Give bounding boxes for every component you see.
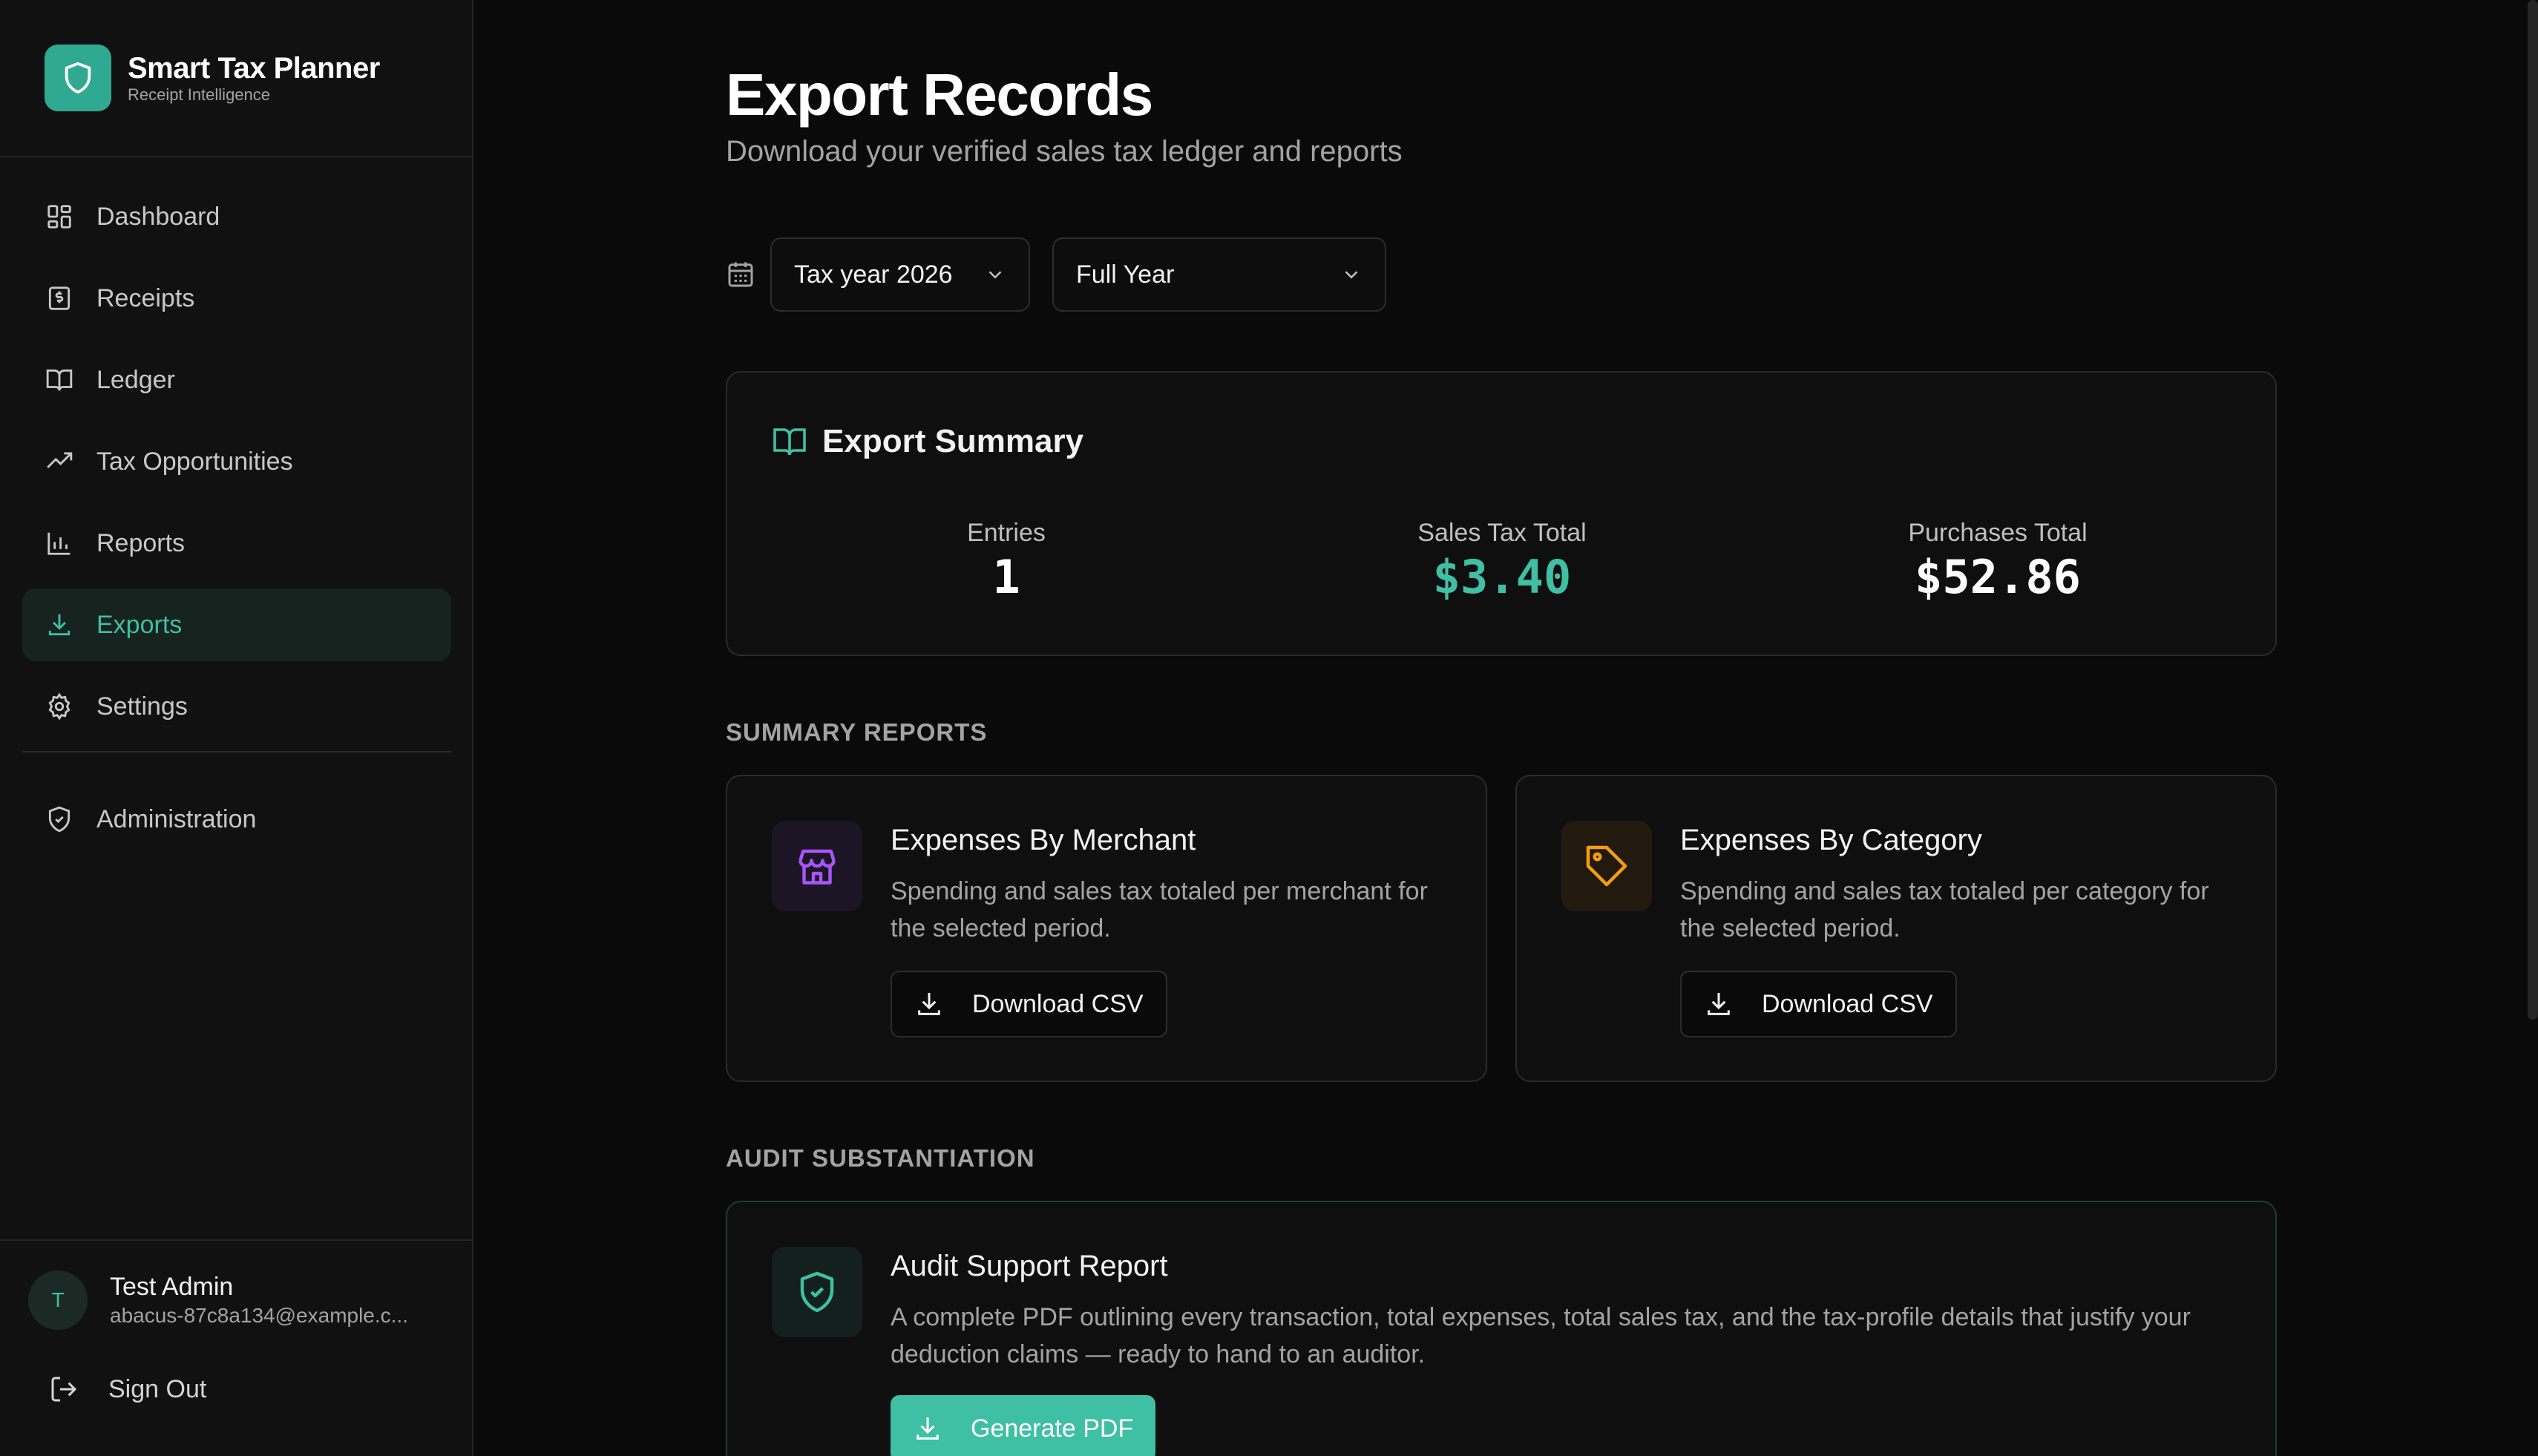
sidebar-item-reports[interactable]: Reports bbox=[22, 507, 451, 580]
button-label: Download CSV bbox=[1762, 989, 1933, 1018]
shield-check-icon bbox=[772, 1247, 862, 1337]
sidebar-item-label: Exports bbox=[96, 610, 183, 639]
book-icon bbox=[45, 365, 74, 395]
sidebar-item-dashboard[interactable]: Dashboard bbox=[22, 180, 451, 253]
sidebar-item-label: Tax Opportunities bbox=[96, 447, 293, 476]
audit-support-card: Audit Support Report A complete PDF outl… bbox=[726, 1201, 2277, 1456]
page-title: Export Records bbox=[726, 62, 1153, 128]
sidebar-item-administration[interactable]: Administration bbox=[22, 783, 451, 856]
generate-pdf-button[interactable]: Generate PDF bbox=[891, 1395, 1156, 1456]
user-name: Test Admin bbox=[110, 1273, 234, 1301]
button-label: Generate PDF bbox=[971, 1414, 1134, 1443]
report-description: Spending and sales tax totaled per merch… bbox=[891, 877, 1428, 942]
section-label-audit: AUDIT SUBSTANTIATION bbox=[726, 1144, 1035, 1172]
sidebar-item-settings[interactable]: Settings bbox=[22, 670, 451, 743]
sign-out-button[interactable]: Sign Out bbox=[49, 1374, 206, 1404]
receipt-icon bbox=[45, 283, 74, 313]
sidebar-item-receipts[interactable]: Receipts bbox=[22, 262, 451, 335]
book-icon bbox=[773, 428, 806, 456]
download-icon bbox=[45, 610, 74, 640]
calendar-icon bbox=[728, 262, 753, 287]
download-icon bbox=[918, 993, 940, 1015]
stat-sales-tax-total: Sales Tax Total $3.40 bbox=[1354, 517, 1650, 606]
stat-value: 1 bbox=[992, 550, 1020, 604]
stat-entries: Entries 1 bbox=[858, 517, 1155, 606]
bar-chart-icon bbox=[45, 528, 74, 558]
page-subtitle: Download your verified sales tax ledger … bbox=[726, 135, 1403, 168]
period-select[interactable]: Full Year bbox=[1052, 237, 1386, 312]
report-title: Expenses By Merchant bbox=[891, 824, 1196, 856]
summary-title: Export Summary bbox=[822, 423, 1084, 459]
stat-label: Entries bbox=[967, 519, 1046, 547]
sidebar-separator bbox=[22, 751, 451, 752]
brand-title: Smart Tax Planner bbox=[128, 52, 380, 85]
stat-value: $52.86 bbox=[1915, 550, 2081, 604]
download-csv-button[interactable]: Download CSV bbox=[1680, 971, 1957, 1037]
report-card-category: Expenses By Category Spending and sales … bbox=[1515, 775, 2277, 1082]
sidebar-item-label: Ledger bbox=[96, 365, 175, 394]
sidebar-item-label: Settings bbox=[96, 692, 188, 721]
sidebar-item-label: Administration bbox=[96, 804, 257, 833]
stat-label: Purchases Total bbox=[1908, 519, 2088, 547]
stat-purchases-total: Purchases Total $52.86 bbox=[1849, 517, 2146, 606]
store-icon bbox=[772, 821, 862, 911]
sidebar-footer-divider bbox=[0, 1239, 473, 1241]
export-summary-card: Export Summary Entries 1 Sales Tax Total… bbox=[726, 371, 2277, 656]
sidebar-item-label: Receipts bbox=[96, 283, 195, 312]
tax-year-select[interactable]: Tax year 2026 bbox=[770, 237, 1030, 312]
grid-icon bbox=[45, 202, 74, 232]
chevron-down-icon bbox=[988, 271, 1002, 279]
report-description: A complete PDF outlining every transacti… bbox=[891, 1303, 2191, 1368]
report-title: Audit Support Report bbox=[891, 1250, 1168, 1282]
tax-year-value: Tax year 2026 bbox=[794, 260, 953, 289]
stat-label: Sales Tax Total bbox=[1417, 519, 1587, 547]
sidebar-divider bbox=[0, 156, 473, 157]
sign-out-label: Sign Out bbox=[108, 1374, 207, 1403]
report-card-merchant: Expenses By Merchant Spending and sales … bbox=[726, 775, 1487, 1082]
section-label-summary-reports: SUMMARY REPORTS bbox=[726, 718, 988, 746]
avatar: T bbox=[28, 1270, 88, 1330]
sidebar-item-tax-opportunities[interactable]: Tax Opportunities bbox=[22, 425, 451, 498]
button-label: Download CSV bbox=[972, 989, 1144, 1018]
filters: Tax year 2026 Full Year bbox=[726, 237, 1409, 312]
tag-icon bbox=[1561, 821, 1652, 911]
chevron-down-icon bbox=[1345, 271, 1358, 279]
sidebar: Smart Tax Planner Receipt Intelligence D… bbox=[0, 0, 473, 1456]
stat-value: $3.40 bbox=[1432, 550, 1572, 604]
report-description: Spending and sales tax totaled per categ… bbox=[1680, 877, 2209, 942]
user-email: abacus-87c8a134@example.c... bbox=[110, 1304, 408, 1327]
report-title: Expenses By Category bbox=[1680, 824, 1982, 856]
download-csv-button[interactable]: Download CSV bbox=[891, 971, 1167, 1037]
download-icon bbox=[1708, 993, 1730, 1015]
download-icon bbox=[916, 1417, 939, 1440]
sidebar-item-ledger[interactable]: Ledger bbox=[22, 344, 451, 416]
sidebar-item-label: Dashboard bbox=[96, 202, 220, 231]
shield-check-icon bbox=[45, 804, 74, 834]
log-out-icon bbox=[51, 1377, 77, 1402]
trending-up-icon bbox=[45, 447, 74, 476]
scrollbar[interactable] bbox=[2528, 0, 2538, 1020]
user-profile[interactable]: T Test Admin abacus-87c8a134@example.c..… bbox=[28, 1270, 408, 1330]
sidebar-item-label: Reports bbox=[96, 528, 186, 557]
gear-icon bbox=[45, 692, 74, 721]
sidebar-item-exports[interactable]: Exports bbox=[22, 588, 451, 661]
shield-logo-icon bbox=[45, 45, 111, 111]
brand-subtitle: Receipt Intelligence bbox=[128, 85, 271, 104]
brand[interactable]: Smart Tax Planner Receipt Intelligence bbox=[45, 45, 380, 111]
period-value: Full Year bbox=[1076, 260, 1175, 289]
